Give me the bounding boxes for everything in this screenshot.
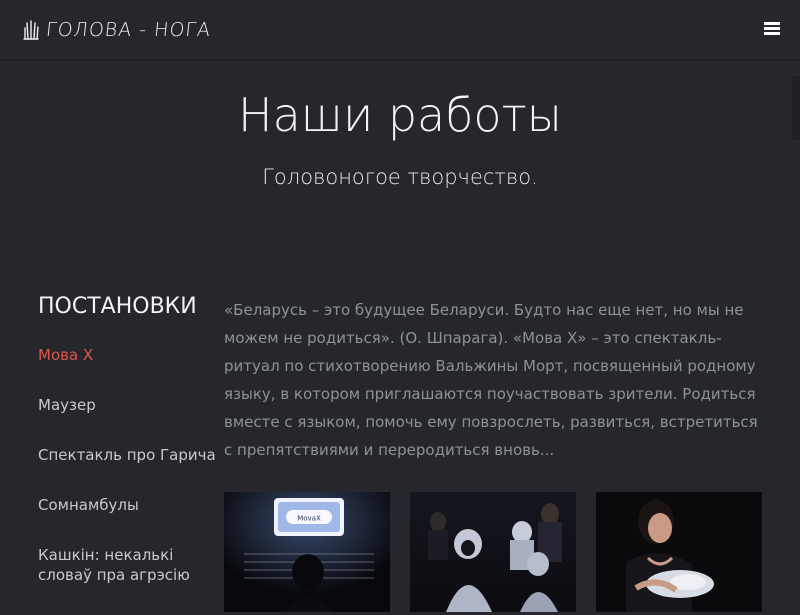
hand-logo-icon — [23, 20, 39, 40]
logo-text: ГОЛОВА - НОГА — [44, 19, 213, 41]
sidebar-heading: ПОСТАНОВКИ — [38, 294, 197, 319]
production-description: «Беларусь – это будущее Беларуси. Будто … — [224, 301, 758, 459]
lightbox-sign-text: MovaX — [297, 515, 321, 523]
sidebar-item-mauser[interactable]: Маузер — [38, 395, 218, 415]
sidebar-item-mova-x[interactable]: Мова X — [38, 345, 218, 365]
hamburger-menu-icon[interactable] — [764, 22, 780, 36]
sidebar-item-garich[interactable]: Спектакль про Гарича — [38, 445, 218, 465]
site-logo[interactable]: ГОЛОВА - НОГА — [22, 16, 213, 44]
productions-sidebar: ПОСТАНОВКИ Мова X Маузер Спектакль про Г… — [38, 294, 218, 615]
sidebar-item-somnambuly[interactable]: Сомнамбулы — [38, 495, 218, 515]
photo-lightbox-performer[interactable]: MovaX — [224, 492, 390, 612]
page-title: Наши работы — [238, 88, 562, 142]
production-gallery: MovaX — [224, 492, 762, 612]
sidebar-item-kashkin[interactable]: Кашкін: некалькі словаў пра агрэсію — [38, 545, 218, 585]
page-subtitle: Головоногое творчество. — [262, 165, 538, 189]
photo-actress-with-bundle[interactable] — [596, 492, 762, 612]
top-navigation-bar: ГОЛОВА - НОГА — [0, 0, 800, 61]
photo-hooded-audience[interactable] — [410, 492, 576, 612]
